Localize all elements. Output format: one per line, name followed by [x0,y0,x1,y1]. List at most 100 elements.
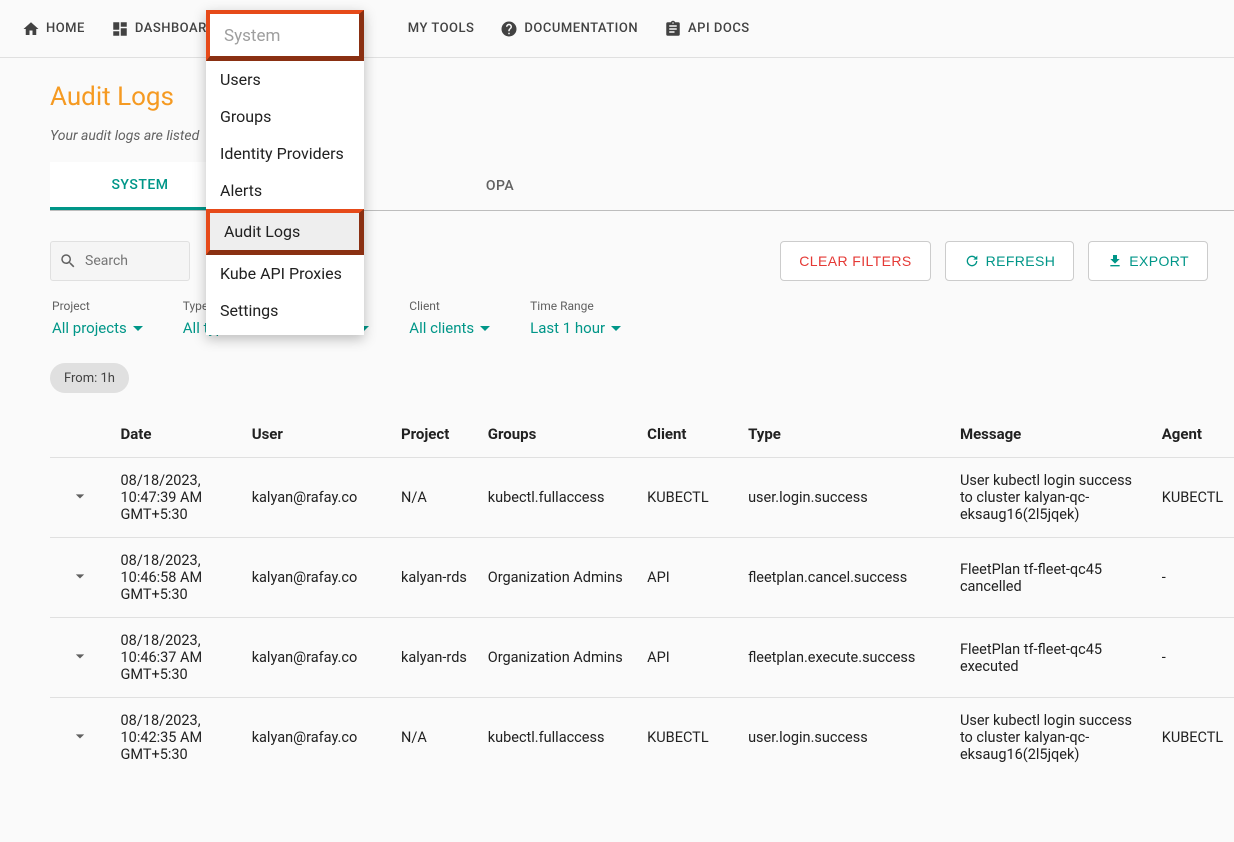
cell-type: fleetplan.execute.success [738,618,950,698]
filter-time-range: Time Range Last 1 hour [530,299,621,337]
cell-type: user.login.success [738,698,950,778]
cell-agent: KUBECTL [1152,458,1234,538]
cell-date: 08/18/2023, 10:46:37 AM GMT+5:30 [111,618,242,698]
col-agent: Agent [1152,411,1234,458]
clear-filters-button[interactable]: CLEAR FILTERS [780,241,930,281]
tab-system[interactable]: SYSTEM [50,162,230,210]
cell-client: API [637,538,738,618]
help-icon [500,20,518,38]
table-row: 08/18/2023, 10:42:35 AM GMT+5:30 kalyan@… [50,698,1234,778]
nav-label: DOCUMENTATION [524,21,638,36]
chevron-down-icon [70,646,90,666]
chevron-down-icon [70,486,90,506]
search-icon [59,252,77,270]
cell-message: FleetPlan tf-fleet-qc45 executed [950,618,1152,698]
dropdown-item-groups[interactable]: Groups [206,98,364,135]
cell-client: KUBECTL [637,458,738,538]
cell-groups: kubectl.fullaccess [478,458,637,538]
filter-label: Client [409,299,490,313]
dropdown-item-kube-api-proxies[interactable]: Kube API Proxies [206,255,364,292]
cell-message: User kubectl login success to cluster ka… [950,458,1152,538]
filter-value[interactable]: All clients [409,319,490,337]
nav-label: DASHBOARD [135,21,216,36]
export-button[interactable]: EXPORT [1088,241,1208,281]
download-icon [1107,253,1123,269]
dropdown-item-users[interactable]: Users [206,61,364,98]
page-content: Audit Logs Your audit logs are listed SY… [0,58,1234,777]
dropdown-item-settings[interactable]: Settings [206,292,364,329]
cell-client: API [637,618,738,698]
dashboard-icon [111,20,129,38]
search-placeholder: Search [85,253,128,269]
expand-cell[interactable] [50,458,111,538]
expand-cell[interactable] [50,618,111,698]
cell-agent: KUBECTL [1152,698,1234,778]
chevron-down-icon [70,726,90,746]
expand-cell[interactable] [50,538,111,618]
dropdown-item-alerts[interactable]: Alerts [206,172,364,209]
cell-groups: kubectl.fullaccess [478,698,637,778]
refresh-button[interactable]: REFRESH [945,241,1075,281]
search-input[interactable]: Search [50,241,190,281]
nav-documentation[interactable]: DOCUMENTATION [490,0,648,58]
cell-date: 08/18/2023, 10:47:39 AM GMT+5:30 [111,458,242,538]
nav-label: API DOCS [688,21,750,36]
cell-agent: - [1152,538,1234,618]
cell-groups: Organization Admins [478,538,637,618]
col-type: Type [738,411,950,458]
cell-date: 08/18/2023, 10:46:58 AM GMT+5:30 [111,538,242,618]
cell-message: User kubectl login success to cluster ka… [950,698,1152,778]
button-label: REFRESH [986,253,1056,269]
nav-my-tools[interactable]: MY TOOLS [398,0,485,58]
dropdown-title: System [206,10,364,61]
docs-icon [664,20,682,38]
cell-project: kalyan-rds [391,618,478,698]
col-message: Message [950,411,1152,458]
nav-label: HOME [46,21,85,36]
cell-type: fleetplan.cancel.success [738,538,950,618]
cell-user: kalyan@rafay.co [242,698,391,778]
filter-label: Project [52,299,143,313]
nav-home[interactable]: HOME [12,0,95,58]
chevron-down-icon [70,566,90,586]
expand-cell[interactable] [50,698,111,778]
button-label: EXPORT [1129,253,1189,269]
cell-user: kalyan@rafay.co [242,538,391,618]
col-project: Project [391,411,478,458]
col-date: Date [111,411,242,458]
tab-opa[interactable]: OPA [410,162,590,210]
refresh-icon [964,253,980,269]
dropdown-item-identity-providers[interactable]: Identity Providers [206,135,364,172]
time-chip[interactable]: From: 1h [50,363,129,393]
button-label: CLEAR FILTERS [799,253,911,269]
nav-label: MY TOOLS [408,21,475,36]
table-row: 08/18/2023, 10:46:37 AM GMT+5:30 kalyan@… [50,618,1234,698]
chevron-down-icon [133,326,143,331]
filter-value[interactable]: Last 1 hour [530,319,621,337]
table-row: 08/18/2023, 10:47:39 AM GMT+5:30 kalyan@… [50,458,1234,538]
cell-project: N/A [391,458,478,538]
col-client: Client [637,411,738,458]
system-dropdown: System Users Groups Identity Providers A… [206,10,364,335]
filter-project: Project All projects [52,299,143,337]
cell-type: user.login.success [738,458,950,538]
col-groups: Groups [478,411,637,458]
filter-value[interactable]: All projects [52,319,143,337]
chevron-down-icon [480,326,490,331]
filter-label: Time Range [530,299,621,313]
dropdown-item-audit-logs[interactable]: Audit Logs [206,209,364,255]
home-icon [22,20,40,38]
cell-project: kalyan-rds [391,538,478,618]
col-user: User [242,411,391,458]
cell-date: 08/18/2023, 10:42:35 AM GMT+5:30 [111,698,242,778]
cell-message: FleetPlan tf-fleet-qc45 cancelled [950,538,1152,618]
cell-groups: Organization Admins [478,618,637,698]
cell-user: kalyan@rafay.co [242,458,391,538]
chevron-down-icon [611,326,621,331]
cell-project: N/A [391,698,478,778]
nav-api-docs[interactable]: API DOCS [654,0,760,58]
cell-client: KUBECTL [637,698,738,778]
cell-user: kalyan@rafay.co [242,618,391,698]
table-row: 08/18/2023, 10:46:58 AM GMT+5:30 kalyan@… [50,538,1234,618]
filter-client: Client All clients [409,299,490,337]
